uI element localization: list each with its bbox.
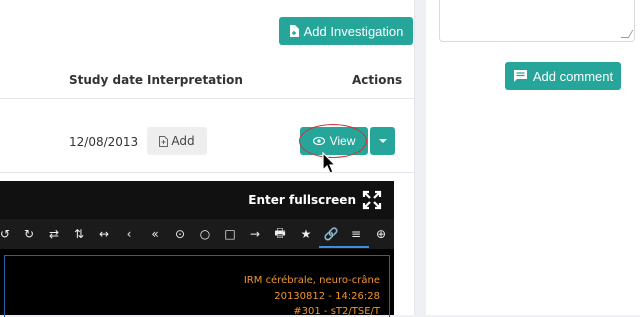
overlay-study-datetime: 20130812 - 14:26:28 — [274, 291, 380, 302]
chevron-down-icon — [378, 139, 387, 143]
rotate-right-tool-icon[interactable]: ↻ — [20, 225, 38, 243]
comments-pane: Add comment — [426, 0, 640, 315]
rotate-left-tool-icon[interactable]: ↺ — [0, 225, 14, 243]
resize-handle-icon[interactable] — [620, 30, 634, 38]
crosshair-tool-icon[interactable]: ⊕ — [372, 225, 390, 243]
add-interpretation-label: Add — [171, 134, 195, 148]
active-tool-indicator — [319, 246, 369, 248]
target-tool-icon[interactable]: ⊙ — [171, 225, 189, 243]
link-tool-icon[interactable]: 🔗 — [322, 225, 340, 243]
investigations-card: Add Investigation Study date Interpretat… — [0, 0, 415, 317]
eye-icon — [312, 137, 325, 145]
pan-tool-icon[interactable]: ↔ — [95, 225, 113, 243]
previous-tool-icon[interactable]: ‹ — [120, 225, 138, 243]
add-comment-label: Add comment — [532, 68, 614, 84]
ellipse-tool-icon[interactable]: ○ — [196, 225, 214, 243]
file-plus-icon — [289, 25, 299, 37]
view-options-dropdown-button[interactable] — [370, 127, 395, 155]
flip-vertical-tool-icon[interactable]: ⇅ — [70, 225, 88, 243]
menu-tool-icon[interactable]: ≡ — [347, 225, 365, 243]
comment-icon — [513, 70, 527, 82]
image-viewer[interactable]: Enter fullscreen ↺ ↻ ⇄ ⇅ ↔ ‹ « ⊙ ○ □ → 🖶 — [0, 181, 394, 317]
study-date-cell: 12/08/2013 — [69, 135, 139, 149]
column-header-interpretation: Interpretation — [147, 73, 243, 87]
column-header-study-date: Study date — [69, 73, 144, 87]
add-investigation-button[interactable]: Add Investigation — [279, 17, 413, 45]
overlay-study-description: IRM cérébrale, neuro-crâne — [243, 275, 380, 286]
star-tool-icon[interactable]: ★ — [297, 225, 315, 243]
add-comment-button[interactable]: Add comment — [505, 62, 621, 90]
header-divider — [0, 98, 414, 99]
view-button[interactable]: View — [300, 127, 368, 155]
viewer-header: Enter fullscreen — [0, 181, 394, 219]
first-tool-icon[interactable]: « — [146, 225, 164, 243]
rectangle-tool-icon[interactable]: □ — [221, 225, 239, 243]
flip-horizontal-tool-icon[interactable]: ⇄ — [45, 225, 63, 243]
viewer-toolbar: ↺ ↻ ⇄ ⇅ ↔ ‹ « ⊙ ○ □ → 🖶 ★ 🔗 ≡ ⊕ — [0, 219, 394, 249]
add-investigation-label: Add Investigation — [303, 23, 404, 39]
comment-textarea[interactable] — [439, 0, 635, 42]
enter-fullscreen-button[interactable]: Enter fullscreen — [248, 190, 382, 210]
overlay-series-info: #301 - sT2/TSE/T — [293, 306, 380, 317]
expand-icon — [362, 190, 382, 210]
column-header-actions: Actions — [352, 73, 403, 87]
print-tool-icon[interactable]: 🖶 — [271, 225, 289, 243]
row-divider — [0, 172, 414, 173]
enter-fullscreen-label: Enter fullscreen — [248, 193, 356, 207]
arrow-tool-icon[interactable]: → — [246, 225, 264, 243]
add-interpretation-button[interactable]: Add — [147, 127, 207, 155]
view-button-label: View — [329, 134, 356, 148]
file-plus-icon — [159, 135, 169, 147]
